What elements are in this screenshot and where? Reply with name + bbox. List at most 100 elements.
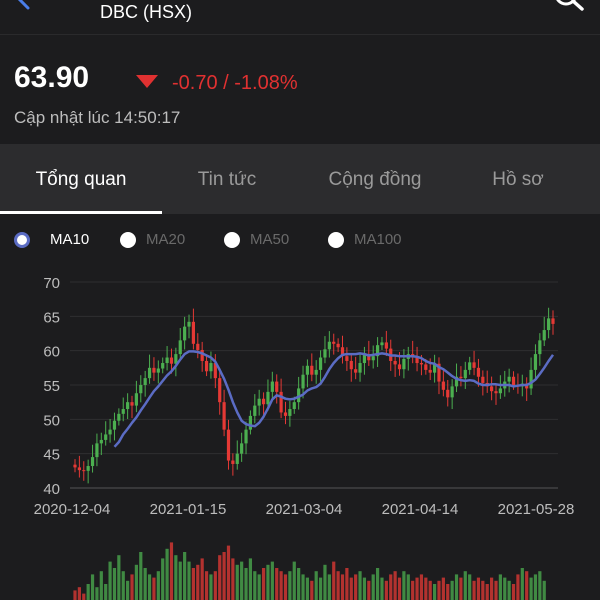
volume-bar <box>424 577 428 600</box>
volume-bar <box>161 558 165 600</box>
volume-bar <box>147 574 152 600</box>
y-tick-label: 60 <box>43 344 60 361</box>
candle <box>218 378 222 403</box>
volume-bar <box>139 552 143 600</box>
volume-bar <box>332 561 336 600</box>
legend-ma20[interactable]: MA20 <box>120 226 210 254</box>
candle <box>336 343 340 348</box>
volume-bar <box>231 558 235 600</box>
candle <box>253 405 257 416</box>
candle <box>468 362 472 370</box>
candle <box>226 429 231 461</box>
update-time: Cập nhật lúc 14:50:17 <box>14 108 181 127</box>
volume-bar <box>209 574 213 600</box>
volume-bar <box>468 574 472 600</box>
volume-bar <box>95 587 99 600</box>
price-chart[interactable]: 40 45 50 55 60 65 70 2020-12-04 2021-01-15 2021-0… <box>0 260 600 600</box>
candle <box>358 363 362 373</box>
candle <box>275 381 279 392</box>
candle <box>441 381 445 390</box>
volume-bar <box>472 580 476 600</box>
volume-bar <box>520 568 524 600</box>
candle <box>314 369 318 375</box>
volume-bar <box>169 542 174 600</box>
candle <box>327 341 331 350</box>
y-tick-label: 40 <box>43 481 60 498</box>
volume-bar <box>104 584 108 600</box>
tab-community[interactable]: Cộng đồng <box>292 144 458 214</box>
candle <box>323 349 327 358</box>
volume-bar <box>406 574 410 600</box>
candle <box>169 357 174 364</box>
candle <box>529 369 533 389</box>
active-tab-indicator <box>0 211 162 214</box>
volume-bar <box>525 571 529 600</box>
tab-overview[interactable]: Tổng quan <box>0 144 162 214</box>
volume-bar <box>134 564 138 600</box>
volume-bar <box>393 571 397 600</box>
volume-bar <box>248 558 253 600</box>
y-tick-label: 50 <box>43 412 60 429</box>
candle <box>283 412 288 416</box>
back-chevron-icon[interactable] <box>8 0 36 18</box>
volume-bar <box>415 577 419 600</box>
volume-bar <box>218 555 222 600</box>
volume-bar <box>542 580 546 600</box>
volume-bar <box>354 574 358 600</box>
candle <box>490 386 494 392</box>
volume-bar <box>108 561 112 600</box>
volume-bar <box>494 580 498 600</box>
volume-bar <box>371 574 375 600</box>
candle <box>292 402 296 410</box>
candle <box>354 369 358 373</box>
candle <box>547 318 551 331</box>
volume-bar <box>297 568 301 600</box>
volume-bar <box>178 561 182 600</box>
volume-bar <box>143 568 147 600</box>
volume-bar <box>397 577 402 600</box>
volume-bar <box>196 564 200 600</box>
volume-bar <box>156 571 160 600</box>
candle <box>196 343 200 350</box>
candle <box>310 365 314 375</box>
volume-bar <box>490 577 494 600</box>
candle <box>187 321 191 327</box>
legend-dot-icon <box>120 232 136 248</box>
candle <box>183 326 187 341</box>
volume-bar <box>200 558 204 600</box>
volume-bar <box>130 574 134 600</box>
candle <box>301 374 305 389</box>
volume-bar <box>362 577 367 600</box>
volume-bar <box>419 574 424 600</box>
tab-news[interactable]: Tin tức <box>162 144 292 214</box>
volume-bar <box>441 577 445 600</box>
quote-panel: 63.90 -0.70 / -1.08% Cập nhật lúc 14:50:… <box>0 34 600 145</box>
volume-bar <box>511 584 516 600</box>
volume-bar <box>402 571 406 600</box>
volume-bar <box>349 577 353 600</box>
search-icon[interactable] <box>550 0 590 20</box>
volume-bar <box>498 574 502 600</box>
ma10-line <box>113 350 555 448</box>
candle <box>73 464 77 468</box>
volume-bar <box>340 574 345 600</box>
volume-bar <box>446 584 450 600</box>
volume-bar <box>375 568 380 600</box>
candle <box>371 356 375 361</box>
candle <box>161 363 165 369</box>
volume-bar <box>235 564 239 600</box>
candle <box>204 360 209 372</box>
tab-profile[interactable]: Hồ sơ <box>458 144 578 214</box>
volume-bar <box>126 580 130 600</box>
volume-bar <box>327 574 331 600</box>
legend-ma100[interactable]: MA100 <box>328 226 428 254</box>
volume-bar <box>99 571 103 600</box>
candle <box>384 342 388 349</box>
candle <box>134 393 138 406</box>
volume-bar <box>204 571 209 600</box>
legend-ma10[interactable]: MA10 <box>14 226 104 254</box>
volume-bar <box>270 561 274 600</box>
candle <box>279 391 283 413</box>
legend-ma50[interactable]: MA50 <box>224 226 314 254</box>
volume-bar <box>283 574 288 600</box>
